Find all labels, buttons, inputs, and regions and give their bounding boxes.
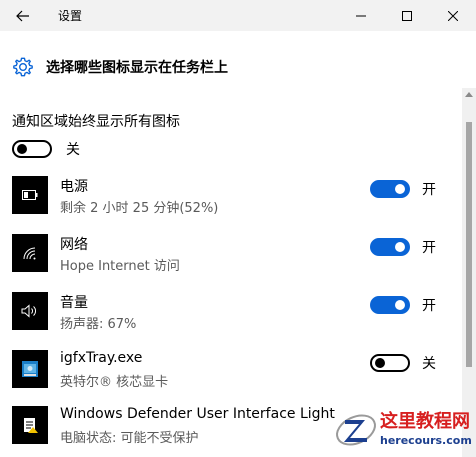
- toggle-knob: [17, 144, 27, 154]
- item-name: igfxTray.exe: [60, 350, 143, 366]
- caption-buttons: [338, 0, 476, 31]
- watermark-logo-icon: [336, 413, 376, 446]
- item-status: 剩余 2 小时 25 分钟(52%): [60, 201, 219, 216]
- list-item-network: 网络 Hope Internet 访问 开: [12, 234, 442, 274]
- list-item-igfxtray: igfxTray.exe 英特尔® 核芯显卡 关: [12, 350, 442, 390]
- watermark-url: herecours.com: [380, 434, 472, 447]
- wifi-icon: [23, 247, 36, 260]
- item-status: 电脑状态: 可能不受保护: [60, 431, 199, 446]
- item-icon-tile: [12, 176, 48, 214]
- battery-icon: [22, 190, 38, 200]
- toggle-state-label: 关: [422, 356, 436, 372]
- item-icon-tile: [12, 234, 48, 272]
- list-item-power: 电源 剩余 2 小时 25 分钟(52%) 开: [12, 176, 442, 216]
- item-name: 音量: [60, 295, 88, 311]
- toggle-knob: [395, 184, 405, 194]
- toggle-state-label: 开: [422, 182, 436, 198]
- back-button[interactable]: [0, 0, 46, 31]
- minimize-icon: [356, 15, 366, 16]
- gear-icon: [13, 57, 33, 77]
- settings-window: 设置 选择哪些图标显示在任务栏上 通知区域始终显示所有图标 关 电源 剩余 2 …: [0, 0, 476, 457]
- toggle-knob: [375, 358, 385, 368]
- toggle-knob: [395, 242, 405, 252]
- item-name: Windows Defender User Interface Light: [60, 406, 335, 422]
- igfxtray-toggle[interactable]: [370, 354, 410, 372]
- always-show-toggle[interactable]: [12, 140, 52, 158]
- always-show-label: 通知区域始终显示所有图标: [12, 114, 180, 130]
- item-status: Hope Internet 访问: [60, 259, 180, 274]
- item-status: 扬声器: 67%: [60, 317, 137, 332]
- watermark: 这里教程网 herecours.com: [330, 402, 476, 457]
- title-bar: 设置: [0, 0, 476, 31]
- item-toggle-row: 关: [370, 353, 436, 373]
- item-name: 电源: [60, 179, 88, 195]
- item-toggle-row: 开: [370, 179, 436, 199]
- window-title: 设置: [58, 9, 83, 23]
- always-show-state-label: 关: [66, 142, 80, 158]
- item-icon-tile: [12, 292, 48, 330]
- speaker-icon: [21, 304, 36, 318]
- item-toggle-row: 开: [370, 295, 436, 315]
- item-icon-tile: [12, 406, 48, 444]
- maximize-icon: [402, 10, 412, 21]
- maximize-button[interactable]: [384, 0, 430, 31]
- item-toggle-row: 开: [370, 237, 436, 257]
- minimize-button[interactable]: [338, 0, 384, 31]
- network-toggle[interactable]: [370, 238, 410, 256]
- scroll-thumb[interactable]: [466, 122, 472, 367]
- defender-icon: [24, 418, 38, 433]
- item-icon-tile: [12, 350, 48, 388]
- scroll-up-arrow-icon[interactable]: [465, 92, 473, 97]
- watermark-title: 这里教程网: [380, 411, 470, 432]
- watermark-text: 这里教程网 herecours.com: [380, 411, 472, 448]
- close-button[interactable]: [430, 0, 476, 31]
- toggle-state-label: 开: [422, 298, 436, 314]
- back-arrow-icon: [16, 10, 29, 21]
- toggle-state-label: 开: [422, 240, 436, 256]
- always-show-toggle-row: 关: [12, 139, 80, 159]
- item-name: 网络: [60, 237, 88, 253]
- power-toggle[interactable]: [370, 180, 410, 198]
- page-header: 选择哪些图标显示在任务栏上: [12, 56, 228, 78]
- toggle-knob: [395, 300, 405, 310]
- volume-toggle[interactable]: [370, 296, 410, 314]
- page-title: 选择哪些图标显示在任务栏上: [46, 60, 228, 76]
- item-status: 英特尔® 核芯显卡: [60, 375, 169, 390]
- intel-graphics-icon: [22, 361, 38, 377]
- close-icon: [448, 10, 458, 21]
- list-item-volume: 音量 扬声器: 67% 开: [12, 292, 442, 332]
